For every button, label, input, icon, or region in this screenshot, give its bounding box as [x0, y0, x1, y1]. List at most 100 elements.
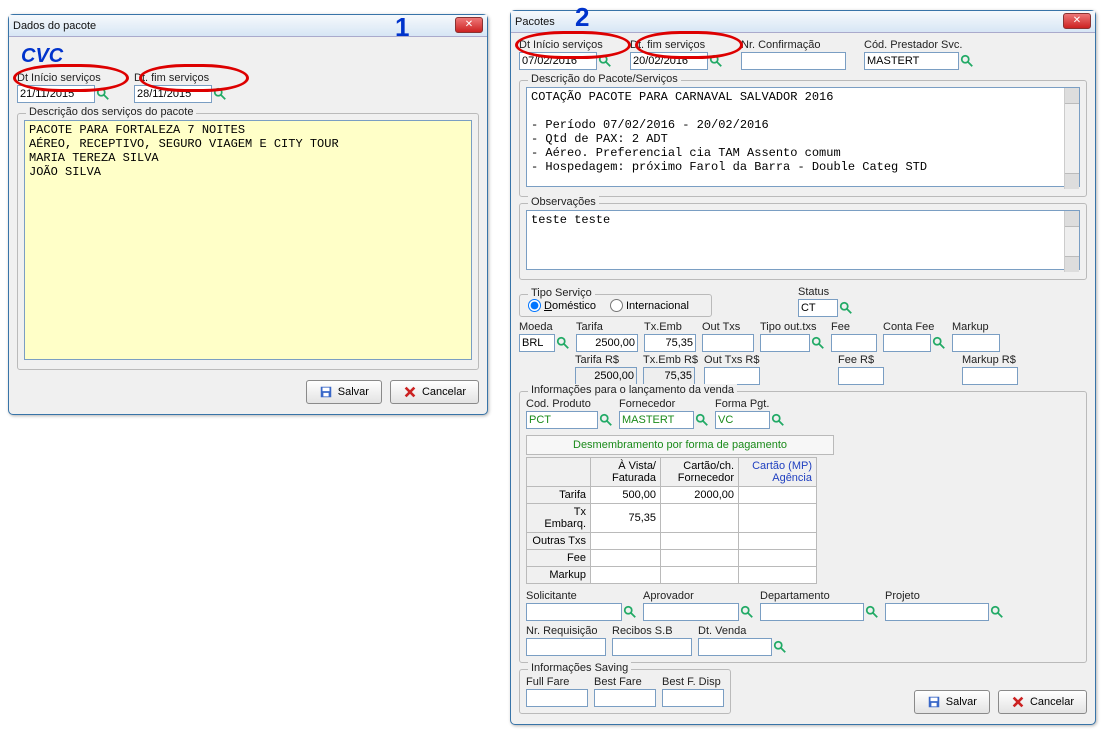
input-dt-inicio[interactable]	[17, 85, 95, 103]
label-cod-prestador: Cód. Prestador Svc.	[864, 39, 974, 51]
label-txembrs: Tx.Emb R$	[643, 354, 698, 366]
input-dt-inicio[interactable]	[519, 52, 597, 70]
label-dt-fim: Dt. fim serviços	[134, 72, 227, 84]
label-feers: Fee R$	[838, 354, 884, 366]
input-nr-confirmacao[interactable]	[741, 52, 846, 70]
cancel-button-label: Cancelar	[422, 386, 466, 398]
input-dt-fim[interactable]	[134, 85, 212, 103]
input-txembrs	[643, 367, 695, 385]
brand-logo: CVC	[21, 45, 479, 68]
input-markup[interactable]	[952, 334, 1000, 352]
cell[interactable]	[739, 550, 817, 567]
close-button[interactable]: ✕	[455, 17, 483, 33]
lookup-icon[interactable]	[709, 54, 723, 68]
cancel-button[interactable]: Cancelar	[390, 380, 479, 404]
cell[interactable]	[739, 567, 817, 584]
input-nr-requisicao[interactable]	[526, 638, 606, 656]
save-button[interactable]: Salvar	[914, 690, 990, 714]
textarea-observacoes[interactable]	[526, 210, 1080, 270]
cell[interactable]	[739, 504, 817, 533]
label-info-venda: Informações para o lançamento da venda	[528, 384, 737, 396]
input-fee[interactable]	[831, 334, 877, 352]
lookup-icon[interactable]	[599, 413, 613, 427]
cell[interactable]	[661, 533, 739, 550]
lookup-dt-fim-icon[interactable]	[213, 87, 227, 101]
input-txemb[interactable]	[644, 334, 696, 352]
input-cod-prestador[interactable]	[864, 52, 959, 70]
cell[interactable]	[661, 550, 739, 567]
lookup-icon[interactable]	[990, 605, 1004, 619]
input-moeda[interactable]	[519, 334, 555, 352]
input-formapgt[interactable]	[715, 411, 770, 429]
radio-internacional[interactable]: Internacional	[610, 299, 689, 312]
cell[interactable]	[591, 550, 661, 567]
input-aprovador[interactable]	[643, 603, 739, 621]
lookup-icon[interactable]	[598, 54, 612, 68]
cell[interactable]	[739, 533, 817, 550]
close-button[interactable]: ✕	[1063, 13, 1091, 29]
input-feers[interactable]	[838, 367, 884, 385]
textarea-descricao[interactable]	[24, 120, 472, 360]
label-dt-venda: Dt. Venda	[698, 625, 787, 637]
label-dt-inicio: Dt Início serviços	[519, 39, 612, 51]
annotation-number-1: 1	[395, 12, 409, 43]
cell[interactable]	[661, 567, 739, 584]
input-status[interactable]	[798, 299, 838, 317]
input-bestfdisp[interactable]	[662, 689, 724, 707]
input-solicitante[interactable]	[526, 603, 622, 621]
label-txemb: Tx.Emb	[644, 321, 696, 333]
cell[interactable]	[591, 533, 661, 550]
save-button-label: Salvar	[946, 696, 977, 708]
cancel-button[interactable]: Cancelar	[998, 690, 1087, 714]
label-dt-fim: Dt. fim serviços	[630, 39, 723, 51]
save-button-label: Salvar	[338, 386, 369, 398]
lookup-icon[interactable]	[740, 605, 754, 619]
input-fornecedor[interactable]	[619, 411, 694, 429]
textarea-descricao-pacote[interactable]	[526, 87, 1080, 187]
label-tarifars: Tarifa R$	[575, 354, 637, 366]
radio-domestico[interactable]: Doméstico	[528, 299, 596, 312]
scrollbar[interactable]	[1064, 88, 1079, 189]
lookup-icon[interactable]	[695, 413, 709, 427]
input-recibos[interactable]	[612, 638, 692, 656]
label-tipo-servico: Tipo Serviço	[528, 287, 595, 299]
input-dt-venda[interactable]	[698, 638, 772, 656]
input-bestfare[interactable]	[594, 689, 656, 707]
titlebar[interactable]: Pacotes ✕	[511, 11, 1095, 33]
lookup-icon[interactable]	[771, 413, 785, 427]
input-dt-fim[interactable]	[630, 52, 708, 70]
input-markuprs[interactable]	[962, 367, 1018, 385]
input-tarifa[interactable]	[576, 334, 638, 352]
cell[interactable]	[661, 504, 739, 533]
scrollbar[interactable]	[1064, 211, 1079, 272]
lookup-dt-inicio-icon[interactable]	[96, 87, 110, 101]
lookup-icon[interactable]	[773, 640, 787, 654]
cell[interactable]	[591, 567, 661, 584]
input-outtxs[interactable]	[702, 334, 754, 352]
lookup-icon[interactable]	[865, 605, 879, 619]
input-departamento[interactable]	[760, 603, 864, 621]
cell[interactable]	[739, 487, 817, 504]
lookup-icon[interactable]	[811, 336, 825, 350]
cell[interactable]: 75,35	[591, 504, 661, 533]
input-projeto[interactable]	[885, 603, 989, 621]
input-contafee[interactable]	[883, 334, 931, 352]
annotation-number-2: 2	[575, 2, 589, 33]
save-button[interactable]: Salvar	[306, 380, 382, 404]
label-dt-inicio: Dt Início serviços	[17, 72, 110, 84]
col-cartao-agencia: Cartão (MP) Agência	[739, 458, 817, 487]
input-fullfare[interactable]	[526, 689, 588, 707]
label-bestfare: Best Fare	[594, 676, 656, 688]
cell[interactable]: 500,00	[591, 487, 661, 504]
label-outtxs: Out Txs	[702, 321, 754, 333]
lookup-icon[interactable]	[960, 54, 974, 68]
lookup-icon[interactable]	[623, 605, 637, 619]
input-codprod[interactable]	[526, 411, 598, 429]
cell[interactable]: 2000,00	[661, 487, 739, 504]
lookup-icon[interactable]	[839, 301, 853, 315]
lookup-icon[interactable]	[932, 336, 946, 350]
lookup-icon[interactable]	[556, 336, 570, 350]
input-outtxsrs[interactable]	[704, 367, 760, 385]
input-tipoout[interactable]	[760, 334, 810, 352]
titlebar[interactable]: Dados do pacote ✕	[9, 15, 487, 37]
